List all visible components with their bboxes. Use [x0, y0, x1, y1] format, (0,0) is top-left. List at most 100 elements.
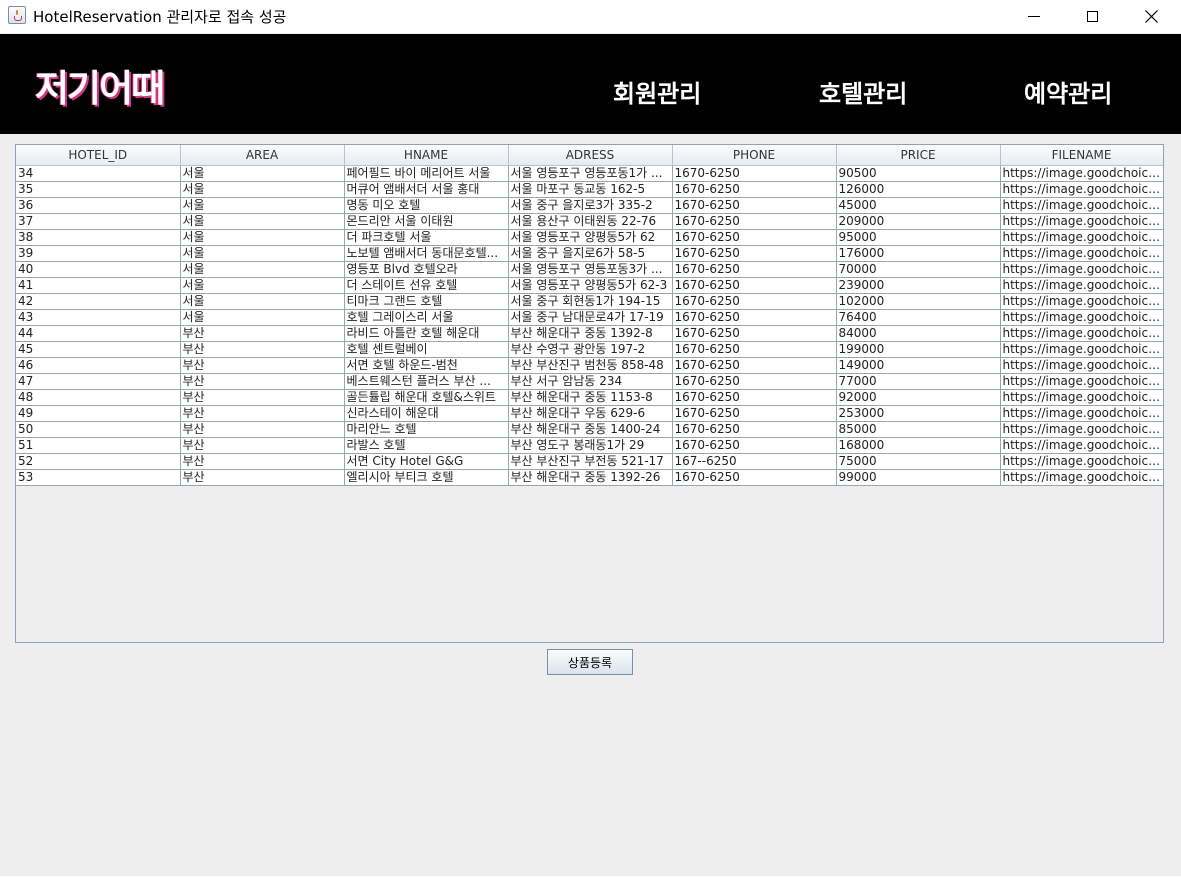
- table-cell[interactable]: 149000: [836, 357, 1001, 374]
- table-cell[interactable]: 1670-6250: [672, 421, 837, 438]
- nav-reservation-management[interactable]: 예약관리: [1024, 74, 1112, 109]
- table-cell[interactable]: 부산 해운대구 중동 1392-8: [508, 325, 673, 342]
- table-cell[interactable]: 1670-6250: [672, 293, 837, 310]
- table-cell[interactable]: 36: [16, 197, 181, 214]
- table-cell[interactable]: 서면 호텔 하운드-범천: [344, 357, 509, 374]
- table-cell[interactable]: 1670-6250: [672, 389, 837, 406]
- column-header-filename[interactable]: FILENAME: [1000, 145, 1163, 166]
- table-cell[interactable]: 부산 해운대구 중동 1400-24: [508, 421, 673, 438]
- column-header-adress[interactable]: ADRESS: [508, 145, 673, 166]
- table-cell[interactable]: 1670-6250: [672, 213, 837, 230]
- table-cell[interactable]: 부산: [180, 341, 345, 358]
- table-cell[interactable]: 1670-6250: [672, 277, 837, 294]
- table-cell[interactable]: 38: [16, 229, 181, 246]
- table-cell[interactable]: https://image.goodchoice.kr...: [1000, 341, 1163, 358]
- table-cell[interactable]: 176000: [836, 245, 1001, 262]
- table-cell[interactable]: 34: [16, 165, 181, 182]
- column-header-hotel-id[interactable]: HOTEL_ID: [16, 145, 181, 166]
- column-header-price[interactable]: PRICE: [836, 145, 1001, 166]
- table-cell[interactable]: 서울 마포구 동교동 162-5: [508, 181, 673, 198]
- table-cell[interactable]: 부산: [180, 453, 345, 470]
- table-cell[interactable]: 37: [16, 213, 181, 230]
- nav-hotel-management[interactable]: 호텔관리: [819, 74, 907, 109]
- table-cell[interactable]: 40: [16, 261, 181, 278]
- table-row[interactable]: 43 서울 호텔 그레이스리 서울 서울 중구 남대문로4가 17-19 1670-62…: [16, 309, 1163, 326]
- table-cell[interactable]: 부산 영도구 봉래동1가 29: [508, 437, 673, 454]
- table-cell[interactable]: 서울: [180, 277, 345, 294]
- table-cell[interactable]: 서울 중구 을지로6가 58-5: [508, 245, 673, 262]
- table-cell[interactable]: 서울 중구 남대문로4가 17-19: [508, 309, 673, 326]
- table-cell[interactable]: 39: [16, 245, 181, 262]
- table-cell[interactable]: 서울 중구 을지로3가 335-2: [508, 197, 673, 214]
- table-cell[interactable]: 99000: [836, 469, 1001, 486]
- table-row[interactable]: 39 서울 노보텔 앰배서더 동대문호텔... 서울 중구 을지로6가 58-5 167…: [16, 245, 1163, 262]
- table-cell[interactable]: 부산: [180, 357, 345, 374]
- table-row[interactable]: 41 서울 더 스테이트 선유 호텔 서울 영등포구 양평동5가 62-3 1670-6…: [16, 277, 1163, 294]
- table-cell[interactable]: 1670-6250: [672, 373, 837, 390]
- table-cell[interactable]: 1670-6250: [672, 229, 837, 246]
- table-cell[interactable]: 1670-6250: [672, 341, 837, 358]
- table-row[interactable]: 36 서울 명동 미오 호텔 서울 중구 을지로3가 335-2 1670-6250 45…: [16, 197, 1163, 214]
- table-cell[interactable]: https://image.goodchoice.kr...: [1000, 357, 1163, 374]
- table-cell[interactable]: https://image.goodchoice.kr...: [1000, 229, 1163, 246]
- table-row[interactable]: 35 서울 머큐어 앰배서더 서울 홍대 서울 마포구 동교동 162-5 1670-6…: [16, 181, 1163, 198]
- table-cell[interactable]: 서울: [180, 309, 345, 326]
- table-cell[interactable]: 199000: [836, 341, 1001, 358]
- table-cell[interactable]: 47: [16, 373, 181, 390]
- table-cell[interactable]: https://image.goodchoice.kr...: [1000, 373, 1163, 390]
- table-row[interactable]: 53 부산 엘리시아 부티크 호텔 부산 해운대구 중동 1392-26 1670-62…: [16, 469, 1163, 486]
- table-cell[interactable]: 마리안느 호텔: [344, 421, 509, 438]
- table-cell[interactable]: 51: [16, 437, 181, 454]
- table-cell[interactable]: 호텔 그레이스리 서울: [344, 309, 509, 326]
- table-cell[interactable]: 서울: [180, 213, 345, 230]
- table-cell[interactable]: 서울: [180, 229, 345, 246]
- table-cell[interactable]: 1670-6250: [672, 437, 837, 454]
- table-cell[interactable]: 부산 부산진구 범천동 858-48: [508, 357, 673, 374]
- table-cell[interactable]: 골든튤립 해운대 호텔&스위트: [344, 389, 509, 406]
- table-cell[interactable]: 서면 City Hotel G&G: [344, 453, 509, 470]
- table-cell[interactable]: 1670-6250: [672, 325, 837, 342]
- table-cell[interactable]: 77000: [836, 373, 1001, 390]
- table-cell[interactable]: 41: [16, 277, 181, 294]
- table-cell[interactable]: 서울 영등포구 영등포동1가 ...: [508, 165, 673, 182]
- table-row[interactable]: 47 부산 베스트웨스턴 플러스 부산 ... 부산 서구 암남동 234 1670-6…: [16, 373, 1163, 390]
- table-cell[interactable]: 45000: [836, 197, 1001, 214]
- table-cell[interactable]: 253000: [836, 405, 1001, 422]
- table-cell[interactable]: 서울: [180, 261, 345, 278]
- table-cell[interactable]: 1670-6250: [672, 357, 837, 374]
- maximize-button[interactable]: [1063, 0, 1121, 32]
- table-cell[interactable]: https://image.goodchoice.kr...: [1000, 261, 1163, 278]
- table-cell[interactable]: 168000: [836, 437, 1001, 454]
- table-cell[interactable]: https://image.goodchoice.kr...: [1000, 421, 1163, 438]
- table-cell[interactable]: 126000: [836, 181, 1001, 198]
- column-header-phone[interactable]: PHONE: [672, 145, 837, 166]
- table-cell[interactable]: 서울 영등포구 양평동5가 62-3: [508, 277, 673, 294]
- table-cell[interactable]: 167--6250: [672, 453, 837, 470]
- table-row[interactable]: 50 부산 마리안느 호텔 부산 해운대구 중동 1400-24 1670-6250 85…: [16, 421, 1163, 438]
- table-cell[interactable]: 1670-6250: [672, 405, 837, 422]
- table-cell[interactable]: 신라스테이 해운대: [344, 405, 509, 422]
- table-cell[interactable]: https://image.goodchoice.kr...: [1000, 453, 1163, 470]
- table-row[interactable]: 46 부산 서면 호텔 하운드-범천 부산 부산진구 범천동 858-48 1670-6…: [16, 357, 1163, 374]
- table-cell[interactable]: 102000: [836, 293, 1001, 310]
- table-cell[interactable]: https://image.goodchoice.kr...: [1000, 405, 1163, 422]
- table-row[interactable]: 40 서울 영등포 Blvd 호텔오라 서울 영등포구 영등포동3가 ... 1670-…: [16, 261, 1163, 278]
- table-cell[interactable]: 50: [16, 421, 181, 438]
- table-cell[interactable]: 서울: [180, 245, 345, 262]
- table-cell[interactable]: 90500: [836, 165, 1001, 182]
- table-cell[interactable]: 92000: [836, 389, 1001, 406]
- table-cell[interactable]: https://image.goodchoice.kr...: [1000, 277, 1163, 294]
- column-header-hname[interactable]: HNAME: [344, 145, 509, 166]
- table-cell[interactable]: 45: [16, 341, 181, 358]
- table-cell[interactable]: 영등포 Blvd 호텔오라: [344, 261, 509, 278]
- table-cell[interactable]: 라발스 호텔: [344, 437, 509, 454]
- table-cell[interactable]: https://image.goodchoice.kr...: [1000, 181, 1163, 198]
- table-cell[interactable]: 부산: [180, 405, 345, 422]
- table-cell[interactable]: 239000: [836, 277, 1001, 294]
- table-cell[interactable]: 부산 서구 암남동 234: [508, 373, 673, 390]
- table-cell[interactable]: https://image.goodchoice.kr...: [1000, 165, 1163, 182]
- table-cell[interactable]: 부산: [180, 421, 345, 438]
- table-row[interactable]: 48 부산 골든튤립 해운대 호텔&스위트 부산 해운대구 중동 1153-8 1670…: [16, 389, 1163, 406]
- table-row[interactable]: 44 부산 라비드 아틀란 호텔 해운대 부산 해운대구 중동 1392-8 1670-…: [16, 325, 1163, 342]
- table-cell[interactable]: 43: [16, 309, 181, 326]
